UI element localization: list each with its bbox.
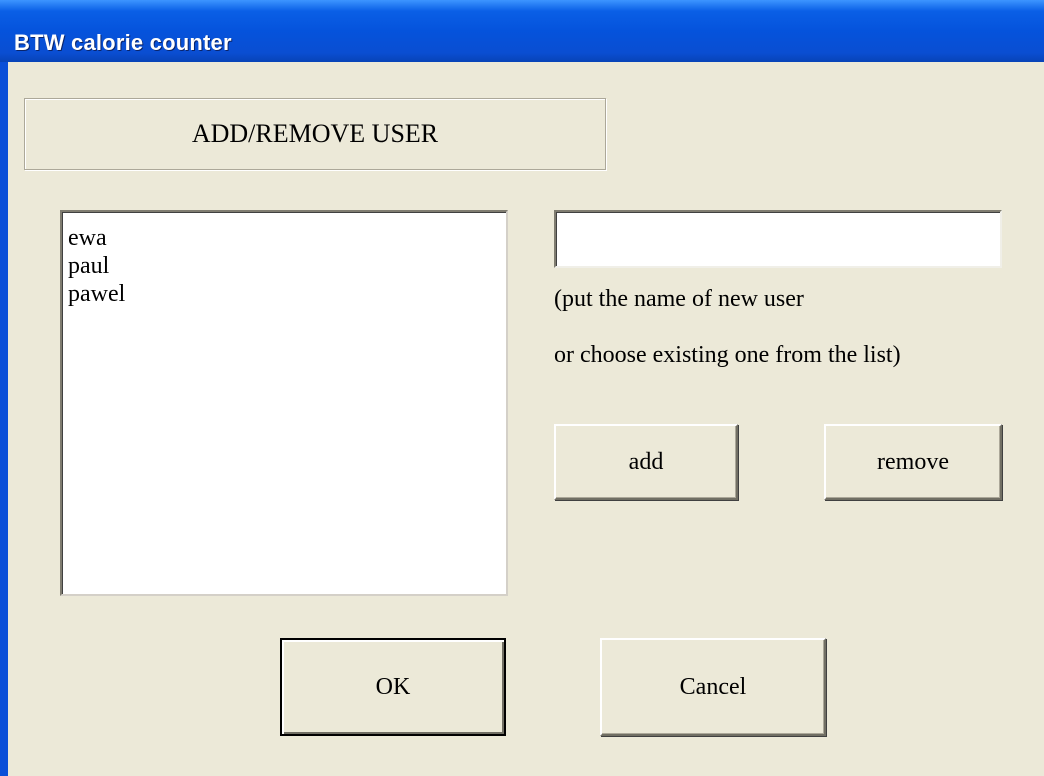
cancel-button[interactable]: Cancel — [600, 638, 826, 736]
remove-user-button[interactable]: remove — [824, 424, 1002, 500]
dialog-body: ADD/REMOVE USER ewa paul pawel (put the … — [8, 62, 1044, 776]
list-item[interactable]: ewa — [68, 224, 506, 252]
list-item[interactable]: pawel — [68, 280, 506, 308]
app-window: BTW calorie counter ADD/REMOVE USER ewa … — [0, 0, 1044, 776]
list-item[interactable]: paul — [68, 252, 506, 280]
title-bar[interactable]: BTW calorie counter — [0, 0, 1044, 62]
ok-button[interactable]: OK — [280, 638, 506, 736]
page-title: ADD/REMOVE USER — [24, 98, 606, 170]
user-list[interactable]: ewa paul pawel — [60, 210, 508, 596]
input-hint-line-2: or choose existing one from the list) — [554, 342, 901, 368]
window-title: BTW calorie counter — [14, 30, 232, 55]
new-user-name-input[interactable] — [554, 210, 1002, 268]
input-hint-line-1: (put the name of new user — [554, 286, 804, 312]
add-user-button[interactable]: add — [554, 424, 738, 500]
